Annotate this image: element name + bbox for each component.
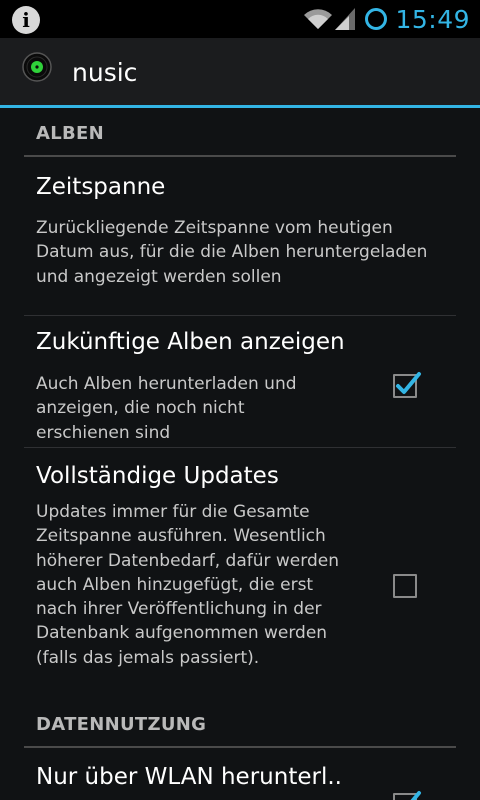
vinyl-record-icon[interactable] (22, 52, 52, 82)
info-icon: i (12, 6, 40, 34)
status-icons: 15:49 (303, 0, 470, 38)
pref-vollstaendige-updates[interactable]: Vollständige Updates Updates immer für d… (24, 448, 456, 710)
checkbox-nur-wlan[interactable] (393, 791, 421, 800)
pref-title: Zeitspanne (36, 174, 166, 200)
pref-summary: Auch Alben herunterladen und anzeigen, d… (36, 374, 297, 443)
pref-zeitspanne[interactable]: Zeitspanne Zurückliegende Zeitspanne vom… (24, 159, 456, 316)
signal-icon (335, 8, 356, 30)
status-bar: i 15:49 (0, 0, 480, 38)
status-clock: 15:49 (395, 4, 470, 34)
pref-nur-wlan[interactable]: Nur über WLAN herunterl.. (24, 750, 456, 800)
category-header-alben: ALBEN (24, 111, 456, 157)
pref-zukuenftige-alben[interactable]: Zukünftige Alben anzeigen Auch Alben her… (24, 316, 456, 448)
wifi-icon (304, 9, 333, 30)
preferences-list[interactable]: ALBEN Zeitspanne Zurückliegende Zeitspan… (0, 111, 480, 800)
pref-title: Vollständige Updates (36, 463, 279, 489)
checkbox-vollstaendige-updates[interactable] (393, 574, 417, 598)
category-label: ALBEN (36, 123, 104, 144)
pref-title: Zukünftige Alben anzeigen (36, 329, 345, 355)
sync-icon (365, 8, 388, 30)
app-title: nusic (72, 58, 138, 87)
pref-summary: Updates immer für die Gesamte Zeitspanne… (36, 502, 339, 668)
category-label: DATENNUTZUNG (36, 714, 207, 735)
action-bar: nusic (0, 38, 480, 108)
checkbox-zukuenftige-alben[interactable] (393, 372, 421, 398)
checkmark-icon (396, 372, 421, 394)
pref-title: Nur über WLAN herunterl.. (36, 764, 342, 790)
pref-summary: Zurückliegende Zeitspanne vom heutigen D… (36, 218, 428, 287)
category-header-datennutzung: DATENNUTZUNG (24, 702, 456, 748)
checkmark-icon (410, 791, 421, 800)
